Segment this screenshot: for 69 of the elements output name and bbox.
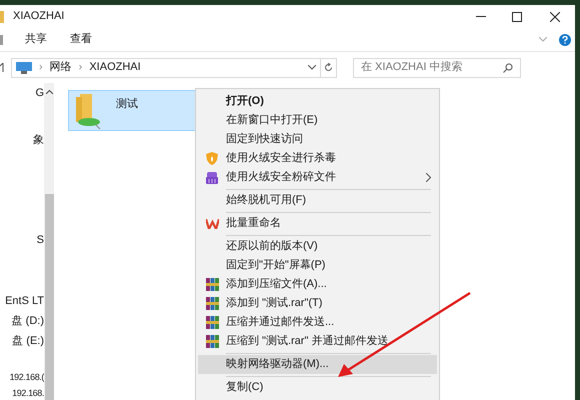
- archive-books-icon: [206, 297, 218, 310]
- menu-item[interactable]: 固定到快速访问: [198, 130, 437, 149]
- scrollbar-thumb[interactable]: [44, 194, 54, 400]
- shredder-icon: [206, 172, 218, 184]
- dropdown-chevron-icon[interactable]: [308, 65, 316, 70]
- menu-item[interactable]: 还原以前的版本(V): [198, 237, 437, 256]
- search-icon: [503, 62, 513, 72]
- menu-item[interactable]: 压缩并通过邮件发送...: [198, 313, 437, 332]
- nav-item[interactable]: 象: [33, 133, 44, 147]
- menu-item[interactable]: 始终脱机可用(F): [198, 191, 437, 210]
- archive-books-icon: [206, 335, 218, 348]
- ribbon-tab[interactable]: 共享: [18, 28, 54, 50]
- menu-item[interactable]: 固定到"开始"屏幕(P): [198, 256, 437, 275]
- menu-item[interactable]: 批量重命名: [198, 214, 437, 233]
- address-field[interactable]: › 网络 › XIAOZHAI: [11, 58, 321, 78]
- close-icon: [550, 12, 560, 22]
- menu-item-label: 批量重命名: [226, 216, 281, 232]
- nav-item[interactable]: EntS LT: [5, 294, 44, 308]
- menu-item-label: 打开(O): [226, 94, 264, 110]
- nav-item[interactable]: 192.168.(: [10, 370, 44, 384]
- nav-item[interactable]: 盘 (E:): [12, 334, 44, 348]
- folder-label: 测试: [116, 97, 138, 112]
- help-icon[interactable]: [559, 34, 571, 46]
- archive-books-icon: [206, 316, 218, 329]
- menu-item-label: 还原以前的版本(V): [226, 239, 318, 254]
- w-logo-icon: [206, 218, 218, 228]
- breadcrumb[interactable]: 网络: [50, 59, 72, 76]
- breadcrumb[interactable]: XIAOZHAI: [89, 59, 141, 76]
- menu-item[interactable]: 压缩到 "测试.rar" 并通过邮件发送: [198, 332, 437, 351]
- menu-item-label: 映射网络驱动器(M)...: [226, 357, 329, 372]
- menu-item[interactable]: 使用火绒安全进行杀毒: [198, 149, 437, 168]
- archive-books-icon: [206, 278, 218, 291]
- menu-item-label: 固定到快速访问: [226, 132, 303, 148]
- menu-item[interactable]: 映射网络驱动器(M)...: [198, 355, 437, 374]
- flame-shield-icon: [206, 152, 218, 165]
- nav-item[interactable]: G: [35, 86, 44, 100]
- scroll-up-icon[interactable]: [46, 90, 52, 94]
- nav-item[interactable]: S: [36, 233, 44, 247]
- menu-item-label: 压缩到 "测试.rar" 并通过邮件发送: [226, 334, 388, 350]
- breadcrumb-separator: ›: [39, 60, 43, 76]
- refresh-icon: [324, 63, 333, 72]
- menu-item-label: 固定到"开始"屏幕(P): [226, 258, 326, 274]
- menu-item-label: 添加到 "测试.rar"(T): [226, 296, 322, 312]
- refresh-button[interactable]: [321, 58, 337, 78]
- maximize-icon: [512, 12, 522, 22]
- menu-item[interactable]: 添加到压缩文件(A)...: [198, 275, 437, 294]
- menu-item-label: 压缩并通过邮件发送...: [226, 314, 334, 330]
- menu-item-label: 添加到压缩文件(A)...: [226, 276, 327, 292]
- menu-item-label: 使用火绒安全进行杀毒: [226, 150, 336, 166]
- nav-item[interactable]: 192.168.: [12, 386, 44, 400]
- window-title: XIAOZHAI: [13, 9, 64, 24]
- submenu-chevron-icon: [426, 173, 431, 182]
- ribbon-tab[interactable]: 查看: [63, 28, 99, 50]
- up-arrow-icon[interactable]: [0, 63, 4, 72]
- breadcrumb-separator: ›: [78, 60, 82, 76]
- nav-item[interactable]: 盘 (D:): [12, 314, 44, 328]
- computer-icon: [16, 62, 32, 74]
- menu-item-label: 使用火绒安全粉碎文件: [226, 170, 336, 186]
- menu-item[interactable]: 添加到 "测试.rar"(T): [198, 294, 437, 313]
- minimize-icon: [476, 16, 486, 17]
- menu-item-label: 始终脱机可用(F): [226, 193, 306, 208]
- chevron-down-icon: [539, 37, 547, 42]
- network-folder-icon: [74, 94, 102, 129]
- search-field[interactable]: 在 XIAOZHAI 中搜索: [353, 58, 521, 78]
- menu-item[interactable]: 复制(C): [198, 378, 437, 397]
- menu-item-label: 复制(C): [226, 380, 264, 396]
- menu-item[interactable]: 使用火绒安全粉碎文件: [198, 168, 437, 187]
- title-folder-icon: [0, 10, 4, 22]
- ribbon-tab-edge: [0, 34, 3, 44]
